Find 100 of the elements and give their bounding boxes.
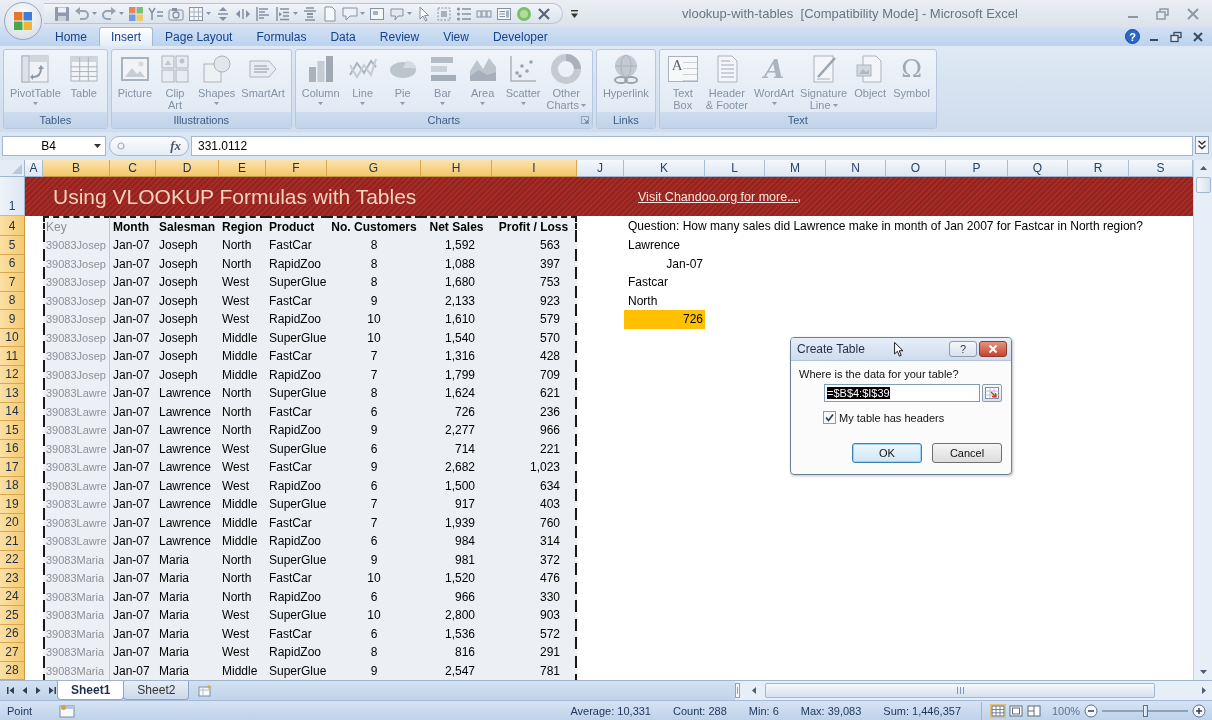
column-letter-header[interactable]: E: [219, 160, 266, 177]
redo-icon[interactable]: [101, 5, 117, 22]
horizontal-scrollbar[interactable]: [735, 681, 1212, 700]
row-number-header[interactable]: 17: [0, 458, 25, 477]
caret-icon[interactable]: [94, 144, 101, 148]
sheet-tab[interactable]: Sheet2: [123, 681, 190, 700]
checkbox-label[interactable]: My table has headers: [839, 411, 945, 424]
column-letter-header[interactable]: A: [25, 160, 43, 177]
column-letter-header[interactable]: B: [43, 160, 110, 177]
align-middle-icon[interactable]: [302, 5, 318, 22]
row-number-header[interactable]: 19: [0, 495, 25, 514]
scroll-thumb[interactable]: [765, 683, 1155, 698]
ribbon-tab[interactable]: Home: [43, 27, 99, 46]
callout-icon[interactable]: [389, 5, 405, 22]
split-handle-icon[interactable]: [735, 683, 740, 698]
zoom-in-icon[interactable]: [1192, 703, 1206, 718]
form-icon[interactable]: [496, 5, 512, 22]
last-sheet-icon[interactable]: [48, 686, 57, 695]
vertical-arrows-icon[interactable]: [215, 5, 231, 22]
restore-icon[interactable]: [1168, 30, 1184, 43]
column-letter-header[interactable]: G: [327, 160, 421, 177]
column-letter-header[interactable]: J: [577, 160, 624, 177]
ribbon-tab[interactable]: Insert: [99, 27, 154, 46]
column-letter-header[interactable]: K: [624, 160, 705, 177]
bullet-list-icon[interactable]: [456, 5, 472, 22]
page-layout-icon[interactable]: [1008, 703, 1024, 718]
insert-function-button[interactable]: fx: [170, 138, 181, 154]
camera-icon[interactable]: [168, 5, 184, 22]
close-icon[interactable]: [1190, 30, 1206, 43]
row-number-header[interactable]: 15: [0, 421, 25, 440]
next-sheet-icon[interactable]: [34, 686, 43, 695]
normal-view-icon[interactable]: [990, 703, 1006, 718]
previous-sheet-icon[interactable]: [20, 686, 29, 695]
scroll-thumb[interactable]: [1195, 177, 1211, 193]
first-sheet-icon[interactable]: [6, 686, 15, 695]
frame-icon[interactable]: [369, 5, 385, 22]
indent-icon[interactable]: [275, 5, 291, 22]
column-letter-header[interactable]: L: [705, 160, 765, 177]
ribbon-tab[interactable]: Data: [318, 27, 368, 46]
row-number-header[interactable]: 21: [0, 532, 25, 551]
customize-toolbar-icon[interactable]: [571, 9, 578, 18]
sort-icon[interactable]: [148, 5, 164, 22]
help-button[interactable]: ?: [1125, 29, 1140, 44]
column-letter-header[interactable]: R: [1068, 160, 1129, 177]
dialog-button[interactable]: OK: [852, 443, 922, 463]
row-number-header[interactable]: 25: [0, 606, 25, 625]
undo-icon[interactable]: [74, 5, 90, 22]
row-number-header[interactable]: 13: [0, 384, 25, 403]
ring-icon[interactable]: [117, 142, 125, 150]
close-button[interactable]: [979, 341, 1007, 357]
x-mark-icon[interactable]: [536, 5, 552, 22]
row-number-header[interactable]: 23: [0, 569, 25, 588]
page-break-icon[interactable]: [1026, 703, 1042, 718]
column-letter-header[interactable]: F: [266, 160, 327, 177]
row-number-header[interactable]: 11: [0, 347, 25, 366]
borders-icon[interactable]: [188, 5, 204, 22]
column-letter-header[interactable]: P: [946, 160, 1008, 177]
callout-icon[interactable]: [342, 5, 358, 22]
link[interactable]: Visit Chandoo.org for more...,: [638, 189, 802, 204]
column-letter-header[interactable]: O: [886, 160, 946, 177]
select-all-button[interactable]: [0, 160, 25, 177]
ribbon-tab[interactable]: Formulas: [244, 27, 319, 46]
ribbon-tab[interactable]: Review: [367, 27, 432, 46]
column-letter-header[interactable]: C: [110, 160, 156, 177]
column-letter-header[interactable]: D: [156, 160, 219, 177]
vertical-scrollbar[interactable]: [1193, 160, 1212, 680]
new-sheet-icon[interactable]: [197, 683, 214, 698]
range-field[interactable]: =$B$4:$I$39: [824, 384, 980, 402]
checkbox[interactable]: [823, 411, 836, 424]
macro-record-icon[interactable]: [59, 703, 75, 718]
ribbon-tab[interactable]: Developer: [480, 27, 560, 46]
formula-field[interactable]: 331.0112: [191, 136, 1193, 156]
pointer-icon[interactable]: [416, 5, 432, 22]
range-picker-button[interactable]: [982, 384, 1002, 402]
selection-icon[interactable]: [436, 5, 452, 22]
column-letter-header[interactable]: Q: [1008, 160, 1068, 177]
row-number-header[interactable]: 1: [0, 177, 25, 216]
row-number-header[interactable]: 9: [0, 310, 25, 329]
align-left-icon[interactable]: [255, 5, 271, 22]
column-letter-header[interactable]: I: [492, 160, 577, 177]
four-squares-icon[interactable]: [128, 5, 144, 22]
name-box[interactable]: B4: [2, 136, 106, 156]
row-number-header[interactable]: 4: [0, 216, 25, 236]
column-letter-header[interactable]: N: [826, 160, 886, 177]
dialog-launcher-icon[interactable]: [580, 116, 589, 124]
column-letter-header[interactable]: H: [421, 160, 492, 177]
help-button[interactable]: ?: [949, 341, 977, 357]
dialog-button[interactable]: Cancel: [932, 443, 1002, 463]
row-number-header[interactable]: 27: [0, 643, 25, 662]
zoom-out-icon[interactable]: [1084, 703, 1098, 718]
sheet-tab[interactable]: Sheet1: [57, 681, 125, 700]
save-icon[interactable]: [54, 5, 70, 22]
column-letter-header[interactable]: M: [765, 160, 826, 177]
page-icon[interactable]: [322, 5, 338, 22]
ribbon-tab[interactable]: View: [431, 27, 481, 46]
expand-icon[interactable]: [1195, 136, 1209, 154]
ribbon-tab[interactable]: Page Layout: [153, 27, 245, 46]
row-number-header[interactable]: 5: [0, 236, 25, 255]
row-number-header[interactable]: 7: [0, 273, 25, 292]
column-letter-header[interactable]: S: [1129, 160, 1193, 177]
